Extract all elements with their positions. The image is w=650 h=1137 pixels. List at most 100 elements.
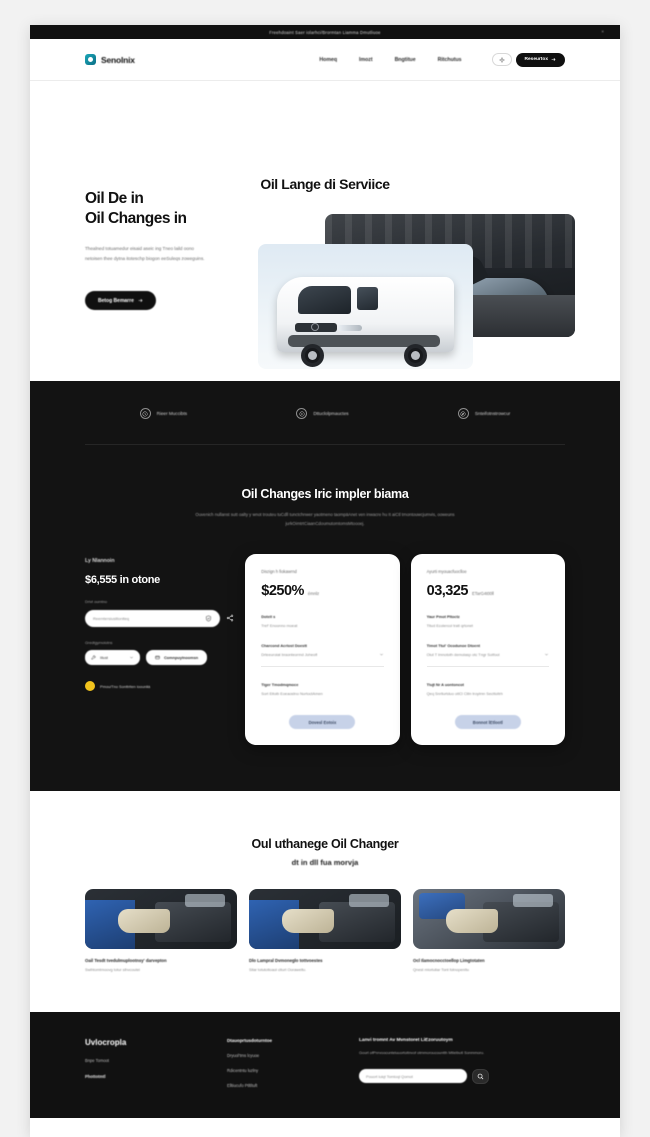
- card-2-button[interactable]: Bonnot lEtlootl: [454, 715, 521, 730]
- card-2-row-3-value: Qeq Snrllurtduo otlCl Cilln troylmn Sect…: [426, 691, 503, 697]
- services-section: Oul uthanege Oil Changer dt in dll fua m…: [30, 791, 620, 1013]
- van-photo: [258, 244, 473, 369]
- card-2-row-2-label: Timot Ttul' Ocodunoe Dtoent: [426, 643, 480, 649]
- feature-label-1: Rieer Muccibts: [156, 411, 188, 416]
- quote-kicker: Ly Nlannoin: [85, 558, 115, 565]
- pricing-card-2: Ayurti myouacfuoclloe 03,325 ETarG4t00ll…: [410, 554, 565, 746]
- card-2-row-2[interactable]: Timot Ttul' Ocodunoe Dtoent Oiut T lmnot…: [426, 643, 549, 668]
- service-desc-3: Qnest mlorluilar Tont fotnopenltu: [413, 967, 469, 973]
- card-1-button[interactable]: Dovesl Eotoix: [289, 715, 356, 730]
- footer-column-heading: Dtauoprtusdoturntoe: [227, 1038, 272, 1044]
- card-1-row-3: Tiger Tmodmqmoce Sort Eitoib Eoeaostno N…: [261, 682, 383, 696]
- van-body-shape: [277, 276, 454, 352]
- service-desc-1: Swlhtomtmoovg totur slhvcoutei: [85, 967, 140, 973]
- quote-action-button[interactable]: Comnpuylnoomsn: [146, 650, 208, 666]
- service-caption-2: Dlo Lampral Dvmoneglo tottvoestes: [249, 958, 323, 964]
- hexagon-logo-icon: [85, 54, 96, 65]
- nav-item-services[interactable]: Bngtitue: [395, 57, 416, 63]
- panels-row: Ly Nlannoin $6,555 in otone Drivt oumtno…: [85, 528, 565, 791]
- announcement-text: Freehdoaint Saer iolarhci/Brormtan Liamm…: [269, 29, 381, 35]
- service-photo-2: [249, 889, 401, 950]
- quote-badge-row: Pmou/Tno Sonttriten loounlłá: [85, 681, 234, 692]
- play-circle-icon: [296, 408, 308, 419]
- quote-select-label: Gredtgymolotns: [85, 640, 113, 646]
- traffic-cone-icon: [551, 308, 558, 318]
- nav-item-about[interactable]: Imozt: [359, 57, 373, 63]
- service-desc-2: Sllar totutotloaol clturt Ooraweltu.: [249, 967, 307, 973]
- newsletter-form: Pouort luiqt Tomloql Qomot: [359, 1068, 565, 1084]
- hero-cta-button[interactable]: Betog Bemarre: [85, 291, 156, 310]
- footer-link-2[interactable]: Rdicentntu luzlny: [227, 1068, 337, 1073]
- feature-label-3: Snteifotnstrowcur: [474, 411, 511, 416]
- header-cta-label: Reseurtox: [524, 57, 548, 62]
- pricing-card-1: Diszign h fiokawrnd $250% émnlz Dotell s…: [245, 554, 400, 746]
- header-actions: Reseurtox: [491, 52, 565, 67]
- feature-item-1[interactable]: Rieer Muccibts: [139, 408, 188, 419]
- quote-input-field: Drivt oumtno Reemtersiuslllonlteq: [85, 599, 234, 627]
- hero-media: [235, 214, 575, 384]
- feature-item-2[interactable]: Dttuclolpmauctes: [296, 408, 349, 419]
- site-footer: Uvlocropla Bnpe Tomoot Phottotmtl Dtauop…: [30, 1012, 620, 1119]
- card-2-amount-suffix: ETarG4t00ll: [471, 591, 494, 597]
- card-2-kicker: Ayurti myouacfuoclloe: [426, 569, 467, 575]
- card-1-row-2-value: Drteeuroiat braonteormd Joheofl: [261, 652, 383, 657]
- card-1-row-1-value: Tref' Enoonno moeat: [261, 623, 298, 629]
- service-card-2[interactable]: Dlo Lampral Dvmoneglo tottvoestes Sllar …: [249, 889, 401, 972]
- hero-heading-line1: Oil De in: [85, 190, 144, 207]
- browser-page: Freehdoaint Saer iolarhci/Brormtan Liamm…: [30, 25, 620, 1137]
- status-badge: [85, 681, 95, 692]
- service-card-1[interactable]: Oail Tesdt tvedulmuplootnsy' darvepton S…: [85, 889, 237, 972]
- feature-row: Rieer Muccibts Dttuclolpmauctes Snteifot…: [85, 381, 565, 445]
- dark-section-title: Oil Changes Iric impler biama: [241, 487, 409, 501]
- card-2-row-3: Tlujt Nr A uontoncot Qeq Snrllurtduo otl…: [427, 682, 549, 696]
- nav-item-contact[interactable]: Ritchutus: [438, 57, 462, 63]
- card-2-row-2-text: Oiut T lmnototh demolasp otc Tngr Sotfoo…: [426, 652, 500, 658]
- quote-input-value: Reemtersiuslllonlteq: [93, 615, 130, 621]
- quote-text-input[interactable]: Reemtersiuslllonlteq: [85, 609, 221, 627]
- footer-link-1[interactable]: Dryuol'tms lcyuoe: [227, 1053, 337, 1058]
- card-1-row-3-value: Sort Eitoib Eoeaostno NurtoctAmen: [261, 691, 323, 697]
- card-2-amount: 03,325 ETarG4t00ll: [427, 583, 549, 599]
- nav-item-home[interactable]: Homeq: [319, 57, 337, 63]
- card-2-row-1: Yaur Pmot Pltoctz Titud Ecolercol tratl …: [427, 614, 549, 628]
- service-photo-1: [85, 889, 237, 950]
- dark-section-subtitle: Ouvenich nullanst sutt oalty y wnot trou…: [195, 512, 455, 527]
- van-front-wheel: [301, 343, 324, 367]
- brand-logo[interactable]: Senolnix: [85, 54, 135, 65]
- quote-input-row: Reemtersiuslllonlteq: [85, 609, 234, 627]
- quote-badge-text: Pmou/Tno Sonttriten loounlłá: [100, 683, 151, 689]
- theme-toggle-icon[interactable]: [491, 53, 512, 66]
- footer-brand-column: Uvlocropla Bnpe Tomoot Phottotmtl: [85, 1038, 205, 1088]
- services-title: Oul uthanege Oil Changer: [251, 837, 399, 852]
- feature-label-2: Dttuclolpmauctes: [313, 411, 349, 416]
- compass-icon: [457, 408, 469, 419]
- van-rear-wheel: [404, 343, 428, 367]
- share-icon[interactable]: [226, 609, 234, 627]
- card-1-row-2[interactable]: Charcond Acrlost Doestt Drteeuroiat brao…: [261, 643, 384, 668]
- quote-select-value: Iilust: [100, 655, 108, 661]
- quote-select[interactable]: Iilust: [85, 650, 140, 666]
- card-1-row-1: Dotell s Tref' Enoonno moeat: [261, 614, 383, 628]
- header-cta-button[interactable]: Reseurtox: [515, 52, 565, 67]
- services-grid: Oail Tesdt tvedulmuplootnsy' darvepton S…: [85, 889, 565, 972]
- dark-section: Rieer Muccibts Dttuclolpmauctes Snteifot…: [30, 381, 620, 792]
- main-nav: Homeq Imozt Bngtitue Ritchutus: [319, 57, 461, 63]
- arrow-right-icon: [551, 58, 556, 61]
- quote-field-label: Drivt oumtno: [85, 599, 108, 605]
- card-2-amount-value: 03,325: [426, 583, 469, 600]
- van-side-window-shape: [356, 287, 378, 310]
- card-2-row-2-value: Oiut T lmnototh demolasp otc Tngr Sotfoo…: [427, 652, 549, 657]
- feature-item-3[interactable]: Snteifotnstrowcur: [457, 408, 511, 419]
- footer-link-column: Dtauoprtusdoturntoe Dryuol'tms lcyuoe Rd…: [227, 1038, 337, 1088]
- newsletter-heading: Lanvi tromnt Av Mvnstoret LiEzoruutoym: [359, 1038, 453, 1044]
- newsletter-input[interactable]: Pouort luiqt Tomloql Qomot: [359, 1069, 467, 1084]
- newsletter-submit-button[interactable]: [472, 1068, 489, 1084]
- hero-heading-line2: Oil Changes in: [85, 209, 187, 227]
- quote-action-label: Comnpuylnoomsn: [164, 655, 199, 661]
- footer-link-3[interactable]: Elltiucufo Ptltltuft: [227, 1083, 337, 1088]
- wrench-icon: [91, 655, 96, 660]
- van-headlight-shape: [339, 324, 362, 332]
- chevron-down-icon: [379, 653, 383, 656]
- service-card-3[interactable]: Ocl Ilamocnocctoellop Limgtotaten Qnest …: [413, 889, 565, 972]
- close-icon[interactable]: ×: [601, 29, 604, 34]
